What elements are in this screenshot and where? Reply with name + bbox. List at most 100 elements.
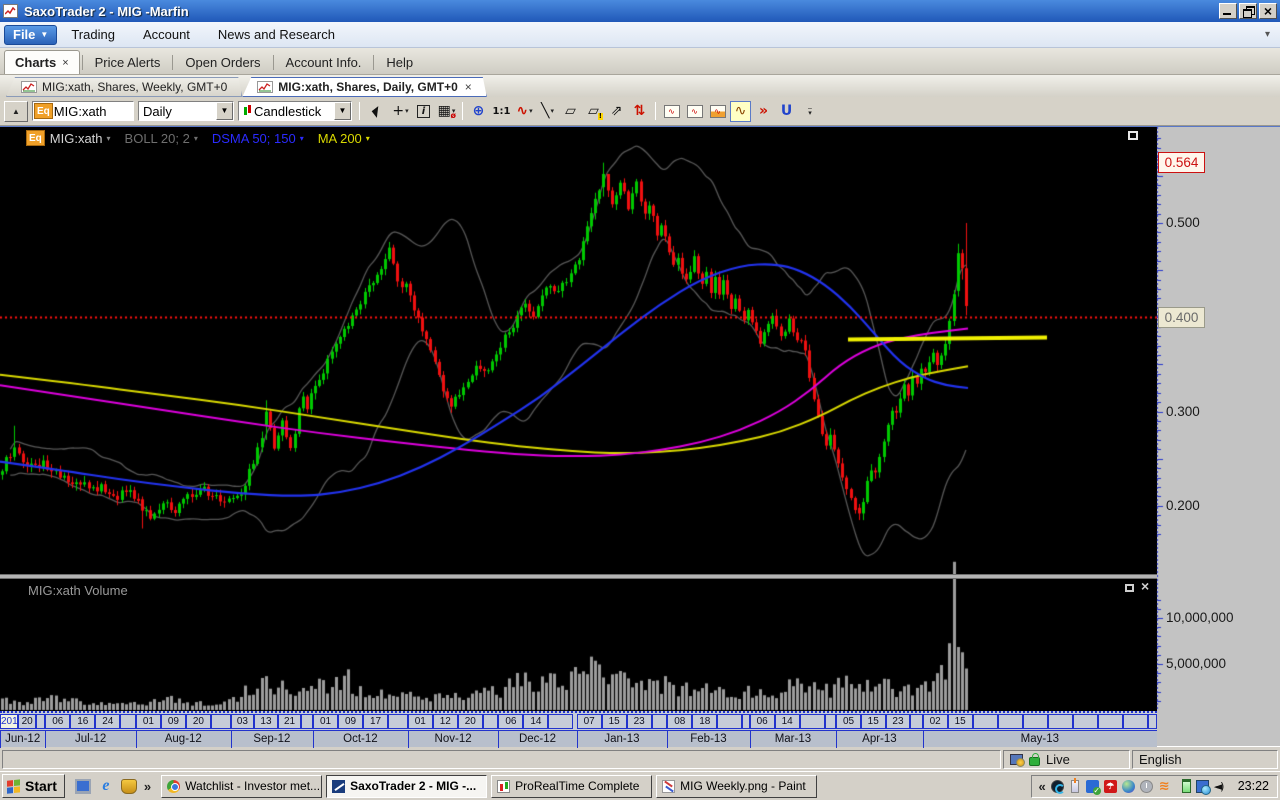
maximize-panel-icon[interactable] — [1128, 131, 1138, 140]
month-label: Dec-12 — [498, 731, 575, 748]
status-bar: Live English — [0, 746, 1280, 771]
legend-label: MIG:xath — [49, 130, 103, 146]
language-panel: English — [1132, 749, 1278, 769]
tab-charts[interactable]: Charts × — [4, 50, 80, 74]
month-label: Jul-12 — [45, 731, 135, 748]
day-tick-cell: 15 — [601, 714, 627, 729]
resize-tool[interactable]: ⇗ — [606, 101, 627, 122]
indicator-panel-tool[interactable]: ∿ — [730, 100, 751, 122]
toolbar-separator — [655, 102, 656, 120]
trendline-tool[interactable]: ╲ ▾ — [537, 101, 558, 122]
taskbar-item-paint[interactable]: MIG Weekly.png - Paint — [656, 774, 818, 798]
symbol-input[interactable] — [53, 103, 124, 119]
taskbar-item-prorealtime[interactable]: ProRealTime Complete — [491, 774, 653, 798]
quick-launch-overflow-icon[interactable]: » — [144, 779, 151, 794]
day-tick-cell: 01 — [407, 714, 433, 729]
month-label: Mar-13 — [749, 731, 836, 748]
tab-account-info[interactable]: Account Info. — [276, 50, 372, 74]
chart-legend: Eq MIG:xath ▾ BOLL 20; 2 ▾ DSMA 50; 150 ▾ MA 2… — [25, 130, 380, 146]
info-tool[interactable]: i — [413, 101, 434, 122]
chart-thumbnail-icon — [257, 81, 273, 93]
period-dropdown[interactable]: Daily ▼ — [138, 101, 234, 121]
menu-item-trading[interactable]: Trading — [57, 27, 129, 42]
chart-window-tool[interactable]: ∿ — [707, 101, 728, 122]
doc-tab-weekly[interactable]: MIG:xath, Shares, Weekly, GMT+0 — [6, 77, 242, 97]
quick-launch: e » — [69, 777, 157, 794]
show-desktop-icon[interactable] — [74, 778, 91, 794]
window-title: SaxoTrader 2 - MIG -Marfin — [24, 3, 189, 19]
dropbox-tray-icon[interactable] — [1085, 779, 1101, 795]
day-tick-cell: 14 — [774, 714, 800, 729]
date-axis-months-row: Jun-12 Jul-12 Aug-12 Sep-12 Oct-12 Nov-12 Dec-… — [0, 730, 1157, 748]
clock: 23:22 — [1237, 779, 1269, 793]
close-volume-panel-icon[interactable]: × — [1141, 578, 1149, 594]
tab-price-alerts[interactable]: Price Alerts — [85, 50, 171, 74]
grid-tool[interactable]: ▦ ø ▾ — [436, 101, 457, 122]
dropdown-arrow-icon[interactable]: ▼ — [216, 102, 233, 120]
eraser-tool[interactable]: ▱ — [560, 101, 581, 122]
chart-style-dropdown[interactable]: Candlestick ▼ — [238, 101, 352, 121]
legend-item-symbol[interactable]: MIG:xath ▾ — [50, 131, 111, 146]
panel-divider[interactable] — [0, 574, 1157, 579]
price-chart-canvas[interactable] — [0, 127, 1280, 711]
chart-thumbnail-icon — [21, 81, 37, 93]
doc-tab-close-icon[interactable]: × — [465, 80, 472, 94]
comodo-tray-icon[interactable] — [1050, 779, 1065, 794]
copy-chart-window-tool[interactable]: ∿ — [661, 101, 682, 122]
tab-separator — [172, 55, 174, 70]
paste-chart-window-tool[interactable]: ∿ — [684, 101, 705, 122]
dropdown-arrow-icon[interactable]: ▼ — [334, 102, 351, 120]
chevron-down-icon[interactable]: ▾ — [366, 134, 370, 143]
compare-tool[interactable]: ⇅ — [629, 101, 650, 122]
chevron-down-icon[interactable]: ▾ — [194, 134, 198, 143]
chevron-down-icon[interactable]: ▾ — [107, 134, 111, 143]
close-button[interactable] — [1259, 3, 1277, 19]
taskbar-item-watchlist[interactable]: Watchlist - Investor met... — [161, 774, 323, 798]
start-label: Start — [25, 778, 57, 794]
legend-item-dsma[interactable]: DSMA 50; 150 ▾ — [212, 131, 304, 146]
globe-tray-icon[interactable] — [1121, 779, 1135, 793]
speaker-icon[interactable]: ◄) — [1214, 780, 1231, 793]
lamp-tray-icon[interactable] — [1070, 777, 1079, 793]
cursor-tool[interactable]: ◤ — [367, 101, 388, 122]
price-axis-label: 0.500 — [1166, 215, 1200, 230]
battery-icon[interactable] — [1181, 779, 1191, 793]
restore-button[interactable] — [1239, 3, 1257, 19]
chevron-down-icon[interactable]: ▾ — [300, 134, 304, 143]
minimize-button[interactable] — [1219, 3, 1237, 19]
maximize-volume-panel-icon[interactable] — [1125, 584, 1134, 592]
day-tick-cell: 06 — [45, 714, 71, 729]
one-to-one-tool[interactable]: 1:1 — [491, 101, 512, 122]
empty-tick-cell — [210, 714, 231, 729]
magnet-tool[interactable]: U — [776, 101, 797, 122]
file-menu-button[interactable]: File ▼ — [4, 24, 58, 45]
indicators-tool[interactable]: ∿ ▾ — [514, 101, 535, 122]
price-alerts-tool[interactable]: » — [753, 101, 774, 122]
avira-tray-icon[interactable]: ☂ — [1103, 779, 1117, 793]
menu-item-account[interactable]: Account — [129, 27, 204, 42]
internet-explorer-icon[interactable]: e — [98, 777, 114, 794]
date-axis-days-row: 2012200616240109200313210109170112200614… — [0, 711, 1157, 730]
start-button[interactable]: Start — [2, 774, 65, 798]
crosshair-tool[interactable]: + ▾ — [390, 101, 411, 122]
security-shield-icon[interactable] — [120, 778, 137, 794]
power-tray-icon[interactable] — [1139, 779, 1153, 793]
legend-item-ma200[interactable]: MA 200 ▾ — [318, 131, 370, 146]
month-label: Oct-12 — [313, 731, 407, 748]
wireless-tray-icon[interactable]: ≋ — [1158, 780, 1171, 793]
taskbar-item-saxotrader[interactable]: SaxoTrader 2 - MIG -... — [326, 774, 488, 798]
network-status-icon[interactable] — [1195, 779, 1211, 795]
delete-drawings-tool[interactable]: ▱! — [583, 101, 604, 122]
menu-collapse-icon[interactable]: ▾ — [1265, 29, 1276, 40]
tab-close-icon[interactable]: × — [62, 57, 68, 69]
collapse-toolbar-button[interactable]: ▲ — [4, 100, 28, 122]
zoom-in-tool[interactable]: ⊕ — [468, 101, 489, 122]
toolbar-overflow-button[interactable]: ‒ ▾ — [803, 101, 817, 121]
menu-item-news[interactable]: News and Research — [204, 27, 349, 42]
doc-tab-daily[interactable]: MIG:xath, Shares, Daily, GMT+0 × — [242, 77, 487, 97]
symbol-field: Eq — [32, 101, 134, 121]
tab-help[interactable]: Help — [376, 50, 423, 74]
tab-open-orders[interactable]: Open Orders — [175, 50, 270, 74]
tray-expand-icon[interactable]: « — [1038, 779, 1045, 794]
legend-item-bollinger[interactable]: BOLL 20; 2 ▾ — [125, 131, 198, 146]
